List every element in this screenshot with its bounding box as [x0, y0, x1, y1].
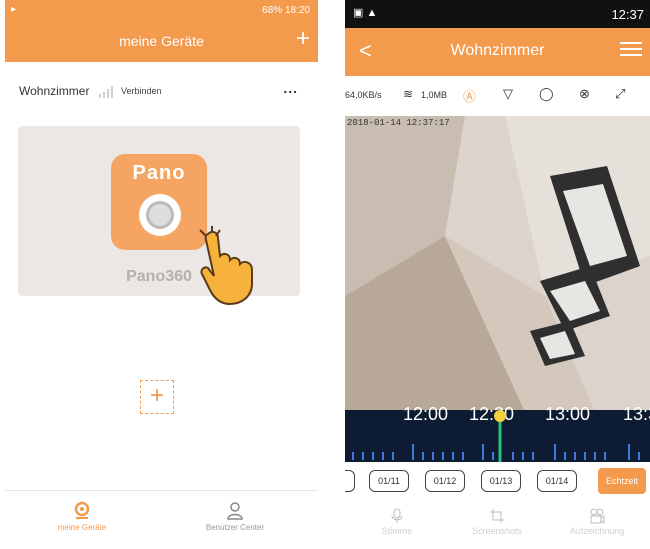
- tab-user-center[interactable]: Benutzer Center: [170, 501, 300, 532]
- view-mode-icon[interactable]: ▽: [503, 86, 513, 102]
- live-view-screen: ▣ ▲ 12:37 < Wohnzimmer 64,0KB/s ≋ 1,0MB …: [345, 0, 650, 549]
- app-header: meine Geräte +: [5, 22, 318, 62]
- data-size: 1,0MB: [421, 90, 448, 100]
- fisheye-icon[interactable]: ◯: [539, 86, 554, 102]
- crop-icon: [490, 509, 504, 523]
- date-button[interactable]: 01/11: [369, 470, 409, 492]
- app-brand: Pano: [132, 162, 186, 184]
- device-list: Wohnzimmer Verbinden ... Pano Pano360 +: [5, 62, 318, 504]
- pano-app-icon[interactable]: Pano: [111, 154, 207, 250]
- status-right: 68% 18:20: [262, 5, 310, 16]
- playback-timeline[interactable]: 12:00 12:30 13:00 13:30: [345, 404, 650, 462]
- date-button[interactable]: 01/12: [425, 470, 465, 492]
- user-icon: [227, 502, 243, 520]
- bitrate: 64,0KB/s: [345, 90, 382, 100]
- mute-icon[interactable]: ⊗: [579, 86, 590, 102]
- live-button[interactable]: Echtzeit: [598, 468, 646, 494]
- tab-label: meine Geräte: [57, 523, 107, 532]
- status-time: 18:20: [284, 5, 310, 16]
- page-title: meine Geräte: [119, 33, 204, 49]
- tab-label: Benutzer Center: [205, 523, 265, 532]
- signal-icon: [99, 86, 117, 98]
- date-button-prev[interactable]: [345, 470, 355, 492]
- battery-level: 68%: [262, 5, 283, 16]
- timestamp-overlay: 2018-01-14 12:37:17: [347, 118, 450, 128]
- record-label: Aufzeichnung: [569, 526, 625, 536]
- record-icon: [590, 508, 605, 524]
- camera-stream[interactable]: 2018-01-14 12:37:17: [345, 116, 650, 412]
- status-left: ▸: [11, 4, 17, 15]
- app-header: < Wohnzimmer: [345, 28, 650, 76]
- date-selector: 01/11 01/12 01/13 01/14 Echtzeit: [345, 462, 650, 500]
- status-time: 12:37: [611, 7, 644, 22]
- notification-icon: ▣ ▲: [353, 7, 378, 19]
- screenshots-label: Screenshots: [471, 526, 523, 536]
- bottom-tab-bar: meine Geräte Benutzer Center: [5, 490, 318, 549]
- page-title: Wohnzimmer: [450, 42, 545, 59]
- tab-my-devices[interactable]: meine Geräte: [17, 501, 147, 532]
- status-bar: ▸ 68% 18:20: [5, 0, 318, 22]
- device-row[interactable]: Wohnzimmer Verbinden ...: [5, 72, 318, 112]
- status-bar: ▣ ▲ 12:37: [345, 0, 650, 28]
- device-status: Verbinden: [121, 86, 162, 96]
- menu-icon[interactable]: [620, 38, 642, 60]
- microphone-icon: [391, 508, 403, 523]
- lens-inner-icon: [146, 201, 174, 229]
- voice-button[interactable]: Stimme: [347, 508, 447, 536]
- screenshots-button[interactable]: Screenshots: [447, 508, 547, 536]
- timeline-ticks: [352, 410, 640, 462]
- room-view-image: [345, 116, 650, 412]
- wifi-icon: ≋: [403, 87, 414, 101]
- date-button[interactable]: 01/14: [537, 470, 577, 492]
- device-card[interactable]: Pano Pano360: [18, 126, 300, 306]
- date-button[interactable]: 01/13: [481, 470, 521, 492]
- more-options-button[interactable]: ...: [283, 80, 298, 96]
- camera-icon: [74, 501, 90, 519]
- video-toolbar: 64,0KB/s ≋ 1,0MB Ⓐ ▽ ◯ ⊗ ⤢: [345, 76, 650, 116]
- bottom-action-bar: Stimme Screenshots Aufzeichnung: [345, 500, 650, 549]
- add-device-box[interactable]: +: [140, 380, 174, 414]
- fullscreen-icon[interactable]: ⤢: [615, 86, 625, 102]
- device-name: Wohnzimmer: [19, 84, 90, 98]
- add-device-button[interactable]: +: [296, 27, 310, 51]
- device-list-screen: ▸ 68% 18:20 meine Geräte + Wohnzimmer Ve…: [5, 0, 318, 549]
- voice-label: Stimme: [381, 526, 413, 536]
- tap-hand-icon: [199, 226, 253, 306]
- record-button[interactable]: Aufzeichnung: [547, 508, 647, 536]
- auto-mode-icon[interactable]: Ⓐ: [463, 86, 476, 105]
